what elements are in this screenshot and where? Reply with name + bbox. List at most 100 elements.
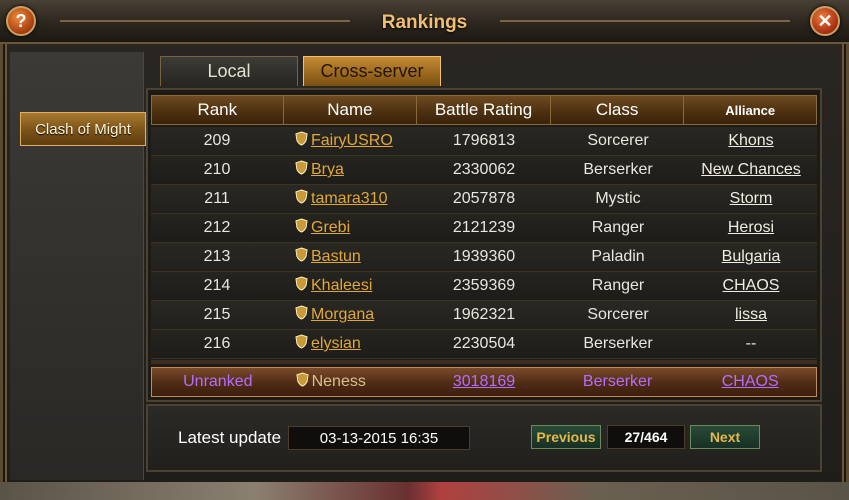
alliance-text: -- [745,335,757,352]
alliance-cell: CHAOS [685,272,817,300]
name-cell: Brya [283,156,417,184]
alliance-link[interactable]: lissa [735,306,767,324]
alliance-cell: Bulgaria [685,243,817,271]
rank-cell: Unranked [183,373,253,390]
alliance-link[interactable]: Storm [730,190,773,208]
column-header-class[interactable]: Class [551,96,685,124]
player-name-link[interactable]: Morgana [311,306,374,324]
alliance-cell: Khons [685,127,817,155]
title-bar: Rankings [0,0,849,44]
alliance-link[interactable]: New Chances [701,161,801,179]
sidebar-item-clash-of-might[interactable]: Clash of Might [20,112,146,146]
rank-cell: 212 [203,219,231,236]
name-cell: elysian [283,330,417,358]
alliance-cell: Storm [685,185,817,213]
class-cell: Berserker [583,335,653,352]
tab-cross-server[interactable]: Cross-server [303,56,441,86]
shield-icon [295,160,308,174]
table-body: 209 FairyUSRO 1796813 Sorcerer Khons 210… [151,127,817,359]
battle-rating-link[interactable]: 3018169 [453,373,515,391]
alliance-cell: Herosi [685,214,817,242]
player-name-link[interactable]: Brya [311,161,344,179]
table-row: 210 Brya 2330062 Berserker New Chances [151,156,817,185]
page-indicator: 27/464 [607,425,685,449]
class-cell: Paladin [591,248,645,265]
table-row: 212 Grebi 2121239 Ranger Herosi [151,214,817,243]
rank-cell: 211 [204,190,230,207]
table-row: 214 Khaleesi 2359369 Ranger CHAOS [151,272,817,301]
help-icon[interactable]: ? [6,6,36,36]
alliance-link[interactable]: Khons [728,132,773,150]
player-name-link[interactable]: FairyUSRO [311,132,393,150]
alliance-cell: lissa [685,301,817,329]
column-header-alliance[interactable]: Alliance [684,96,816,124]
own-rank-row: Unranked Neness 3018169 Berserker CHAOS [151,367,817,397]
battle-rating-cell: 1962321 [452,306,516,323]
shield-icon [295,334,308,348]
rank-cell: 213 [203,248,231,265]
shield-icon [296,372,309,386]
alliance-cell: CHAOS [684,368,816,396]
name-cell: tamara310 [283,185,417,213]
table-row: 213 Bastun 1939360 Paladin Bulgaria [151,243,817,272]
table-row: 216 elysian 2230504 Berserker -- [151,330,817,359]
player-name-link[interactable]: tamara310 [311,190,388,208]
battle-rating-cell: 2057878 [452,190,516,207]
background-scenery [0,482,849,500]
next-button[interactable]: Next [690,425,760,449]
class-cell: Mystic [595,190,641,207]
name-cell: FairyUSRO [283,127,417,155]
latest-update-value: 03-13-2015 16:35 [288,426,470,450]
alliance-link[interactable]: Herosi [728,219,774,237]
battle-rating-cell: 1939360 [452,248,516,265]
shield-icon [295,247,308,261]
alliance-link[interactable]: CHAOS [722,373,779,391]
player-name-link[interactable]: Grebi [311,219,350,237]
rank-cell: 209 [203,132,231,149]
rank-cell: 216 [203,335,231,352]
class-cell: Sorcerer [587,306,649,323]
alliance-link[interactable]: CHAOS [723,277,780,295]
rank-cell: 215 [203,306,231,323]
battle-rating-cell: 2359369 [452,277,516,294]
table-header: Rank Name Battle Rating Class Alliance [151,95,817,125]
page-title: Rankings [381,12,468,33]
close-icon[interactable]: ✕ [810,6,840,36]
battle-rating-cell: 2121239 [452,219,516,236]
name-cell: Morgana [283,301,417,329]
name-cell: Neness [284,368,418,396]
class-cell: Sorcerer [587,132,649,149]
player-name-link[interactable]: elysian [311,335,361,353]
battle-rating-cell: 1796813 [452,132,516,149]
previous-button[interactable]: Previous [531,425,601,449]
alliance-link[interactable]: Bulgaria [722,248,781,266]
shield-icon [295,131,308,145]
battle-rating-cell: 2230504 [452,335,516,352]
table-row: 209 FairyUSRO 1796813 Sorcerer Khons [151,127,817,156]
alliance-cell: New Chances [685,156,817,184]
name-cell: Grebi [283,214,417,242]
table-row: 215 Morgana 1962321 Sorcerer lissa [151,301,817,330]
rank-cell: 214 [203,277,231,294]
battle-rating-cell: 3018169 [417,368,551,396]
player-name-link[interactable]: Khaleesi [311,277,372,295]
alliance-cell: -- [685,330,817,358]
class-cell: Berserker [583,161,653,178]
shield-icon [295,218,308,232]
name-cell: Bastun [283,243,417,271]
name-cell: Khaleesi [283,272,417,300]
class-cell: Ranger [591,219,645,236]
rank-cell: 210 [203,161,231,178]
player-name-link[interactable]: Bastun [311,248,361,266]
shield-icon [295,189,308,203]
latest-update-label: Latest update [178,428,282,447]
class-cell: Berserker [582,373,653,390]
player-name: Neness [311,373,366,390]
tab-local[interactable]: Local [160,56,298,86]
shield-icon [295,276,308,290]
table-row: 211 tamara310 2057878 Mystic Storm [151,185,817,214]
column-header-rank[interactable]: Rank [152,96,284,124]
column-header-battle-rating[interactable]: Battle Rating [417,96,551,124]
battle-rating-cell: 2330062 [452,161,516,178]
column-header-name[interactable]: Name [284,96,418,124]
